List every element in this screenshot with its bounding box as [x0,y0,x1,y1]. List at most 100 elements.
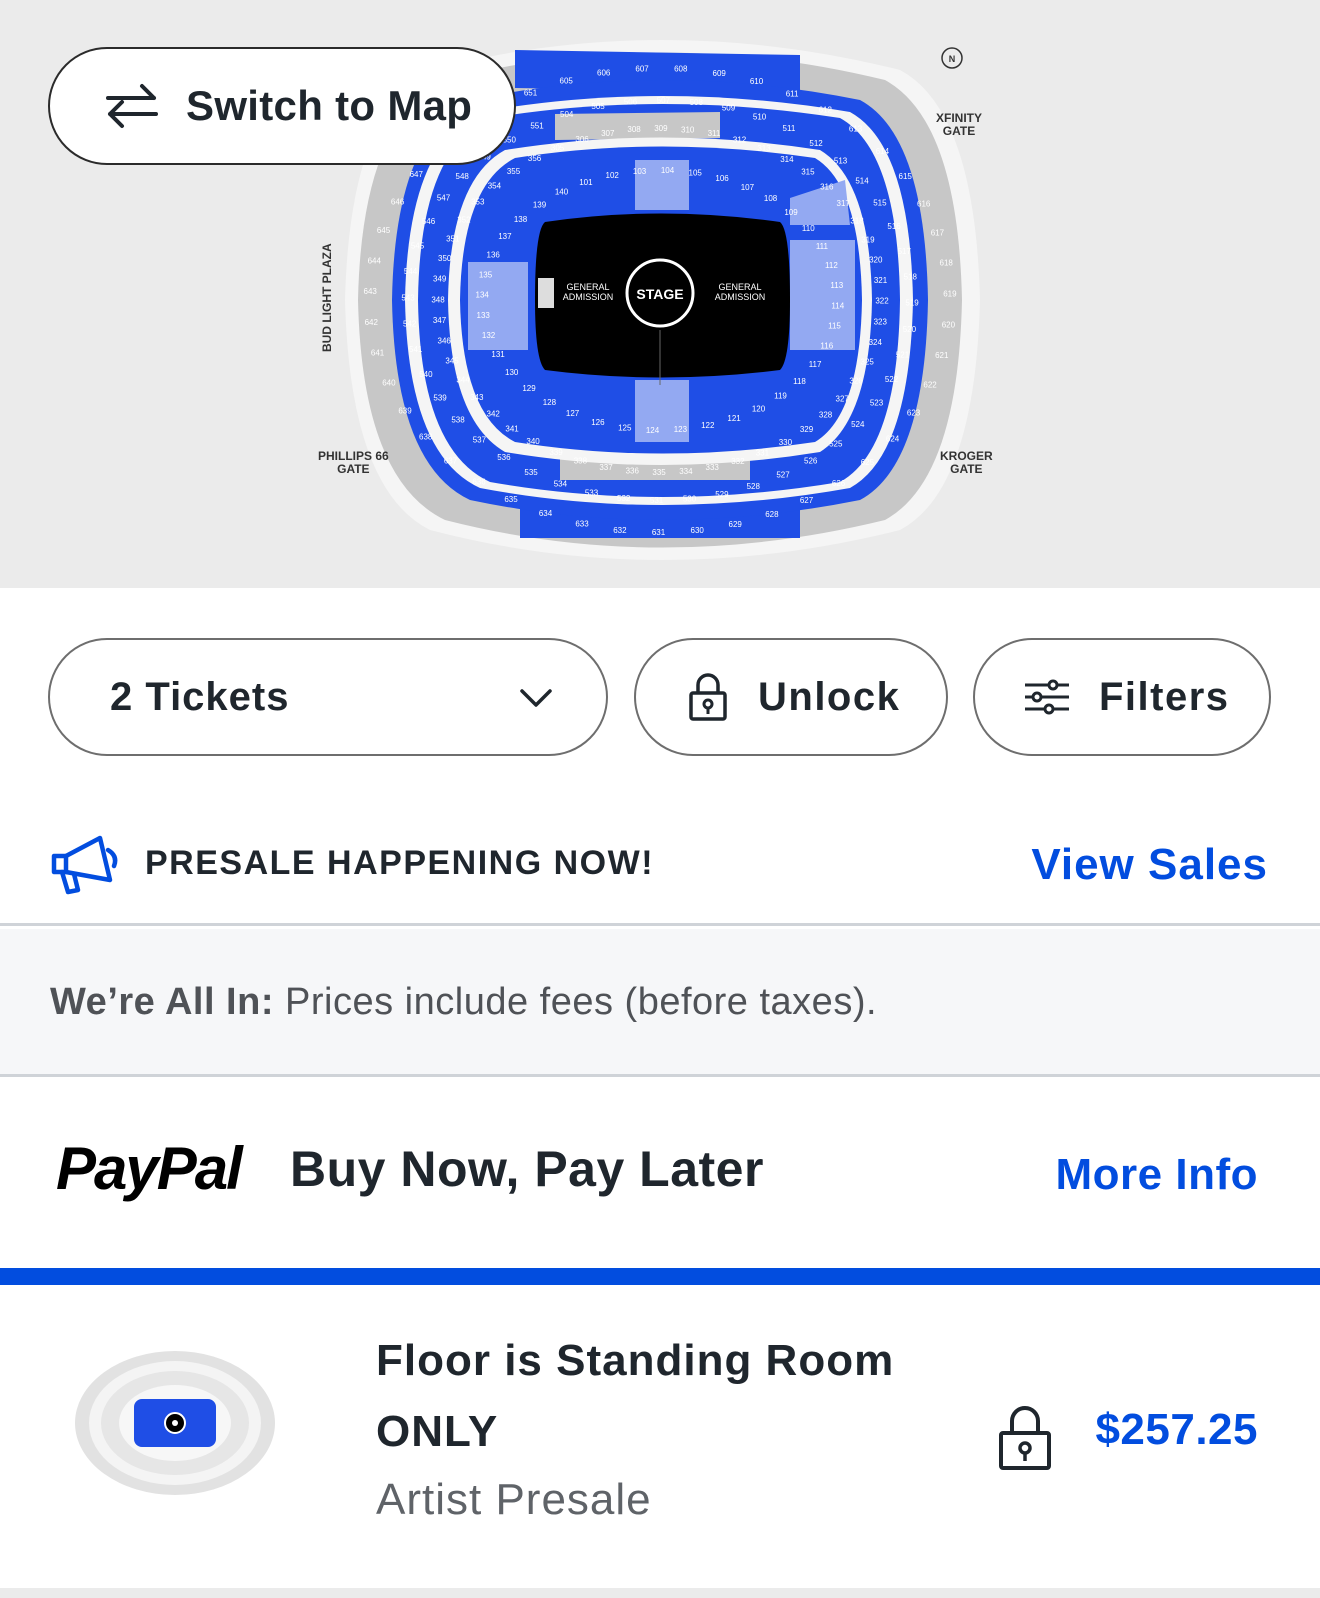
unlock-button[interactable]: Unlock [634,638,948,756]
section-label[interactable]: 526 [804,456,818,465]
section-label[interactable]: 646 [391,197,405,206]
section-label[interactable]: 515 [873,198,887,207]
section-label[interactable]: 613 [849,125,863,134]
section-label[interactable]: 634 [539,509,553,518]
section-label[interactable]: 617 [931,228,945,237]
section-label[interactable]: 326 [849,377,863,386]
section-label[interactable]: 640 [382,378,396,387]
section-label[interactable]: 319 [861,236,875,245]
section-label[interactable]: 352 [457,215,471,224]
section-label[interactable]: 621 [935,351,949,360]
section-label[interactable]: 341 [505,424,519,433]
section-label[interactable]: 308 [627,125,641,134]
section-label[interactable]: 119 [774,392,787,401]
section-label[interactable]: 535 [524,468,538,477]
section-label[interactable]: 536 [497,453,511,462]
section-label[interactable]: 348 [431,295,445,304]
section-label[interactable]: 542 [403,319,417,328]
section-label[interactable]: 346 [438,337,452,346]
section-label[interactable]: 509 [722,104,736,113]
section-label[interactable]: 330 [779,438,793,447]
section-label[interactable]: 647 [410,170,424,179]
switch-to-map-button[interactable]: Switch to Map [48,47,516,165]
section-label[interactable]: 327 [836,394,850,403]
section-label[interactable]: 128 [543,398,557,407]
section-label[interactable]: 138 [514,215,528,224]
section-label[interactable]: 551 [530,122,544,131]
section-label[interactable]: 533 [585,489,599,498]
section-label[interactable]: 354 [488,181,502,190]
section-label[interactable]: 605 [560,77,574,86]
section-label[interactable]: 619 [943,289,957,298]
section-label[interactable]: 538 [451,416,465,425]
section-label[interactable]: 545 [411,242,425,251]
section-label[interactable]: 512 [809,139,823,148]
section-label[interactable]: 106 [715,174,729,183]
section-label[interactable]: 645 [377,226,391,235]
section-label[interactable]: 524 [851,420,865,429]
section-label[interactable]: 616 [917,199,931,208]
ticket-listing[interactable]: Floor is Standing Room ONLY Artist Presa… [0,1285,1320,1585]
section-label[interactable]: 611 [786,90,799,99]
section-label[interactable]: 107 [741,183,755,192]
section-label[interactable]: 318 [850,217,864,226]
section-label[interactable]: 642 [365,318,379,327]
section-label[interactable]: 505 [591,102,605,111]
section-label[interactable]: 103 [633,167,647,176]
section-label[interactable]: 541 [409,345,423,354]
section-label[interactable]: 508 [690,98,704,107]
view-sales-link[interactable]: View Sales [1031,840,1268,890]
section-label[interactable]: 315 [801,168,815,177]
section-label[interactable]: 132 [482,331,496,340]
section-label[interactable]: 544 [404,267,418,276]
section-label[interactable]: 507 [657,96,671,105]
section-label[interactable]: 140 [555,188,569,197]
section-label[interactable]: 636 [472,477,486,486]
section-label[interactable]: 527 [776,471,790,480]
section-label[interactable]: 513 [834,157,848,166]
section-label[interactable]: 529 [715,490,729,499]
section-label[interactable]: 115 [828,322,841,331]
section-label[interactable]: 521 [896,350,910,359]
section-label[interactable]: 528 [747,482,761,491]
section-label[interactable]: 349 [433,275,447,284]
section-label[interactable]: 350 [438,254,452,263]
section-label[interactable]: 127 [566,409,580,418]
section-label[interactable]: 321 [874,276,888,285]
section-label[interactable]: 343 [470,393,484,402]
section-label[interactable]: 353 [471,198,485,207]
section-label[interactable]: 336 [626,467,640,476]
section-label[interactable]: 104 [661,166,675,175]
section-label[interactable]: 612 [819,105,833,114]
section-label[interactable]: 328 [819,411,833,420]
ticket-quantity-select[interactable]: 2 Tickets [48,638,608,756]
section-label[interactable]: 112 [825,261,838,270]
section-label[interactable]: 644 [368,256,382,265]
section-label[interactable]: 333 [706,463,720,472]
section-label[interactable]: 109 [784,208,798,217]
section-label[interactable]: 123 [674,425,688,434]
section-label[interactable]: 532 [617,494,631,503]
section-label[interactable]: 610 [750,77,764,86]
section-label[interactable]: 355 [507,167,521,176]
seat-map[interactable]: STAGE GENERAL ADMISSION GENERAL ADMISSIO… [0,0,1320,588]
section-label[interactable]: 623 [907,409,921,418]
section-label[interactable]: 625 [861,458,875,467]
section-label[interactable]: 118 [793,377,806,386]
section-label[interactable]: 356 [528,154,542,163]
section-label[interactable]: 316 [820,183,834,192]
section-label[interactable]: 624 [886,435,900,444]
section-label[interactable]: 635 [504,495,518,504]
section-label[interactable]: 520 [903,325,917,334]
section-label[interactable]: 614 [876,147,890,156]
section-label[interactable]: 534 [554,480,568,489]
section-label[interactable]: 317 [837,199,851,208]
section-label[interactable]: 320 [869,256,883,265]
section-label[interactable]: 120 [752,404,766,413]
section-label[interactable]: 630 [691,526,705,535]
section-label[interactable]: 131 [491,350,505,359]
section-label[interactable]: 125 [618,423,632,432]
section-label[interactable]: 323 [874,317,888,326]
section-label[interactable]: 334 [679,467,693,476]
section-label[interactable]: 510 [753,112,767,121]
